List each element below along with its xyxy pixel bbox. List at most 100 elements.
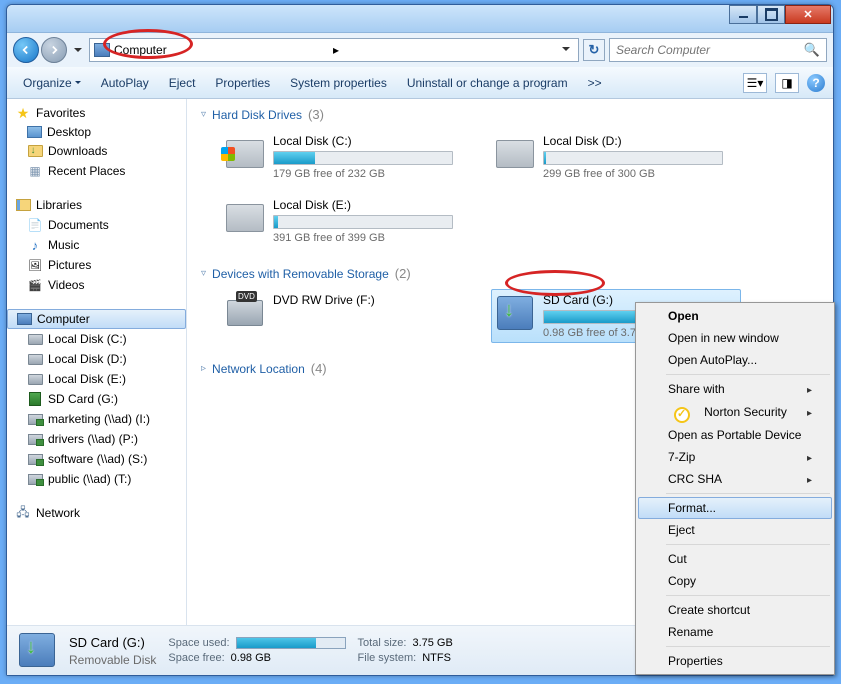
cm-open-new[interactable]: Open in new window <box>638 327 832 349</box>
tree-documents[interactable]: Documents <box>7 215 186 235</box>
drive-e[interactable]: Local Disk (E:)391 GB free of 399 GB <box>221 194 471 248</box>
refresh-button[interactable] <box>583 39 605 61</box>
downloads-icon <box>28 145 43 157</box>
documents-icon <box>27 217 43 233</box>
address-text: Computer <box>114 43 329 57</box>
tree-videos[interactable]: Videos <box>7 275 186 295</box>
drive-dvd[interactable]: DVD RW Drive (F:) <box>221 289 471 343</box>
drive-d[interactable]: Local Disk (D:)299 GB free of 300 GB <box>491 130 741 184</box>
eject-button[interactable]: Eject <box>161 72 204 94</box>
cm-7zip[interactable]: 7-Zip <box>638 446 832 468</box>
address-dropdown[interactable] <box>558 43 574 58</box>
system-properties-button[interactable]: System properties <box>282 72 395 94</box>
tree-disk-d[interactable]: Local Disk (D:) <box>7 349 186 369</box>
address-bar[interactable]: Computer ▸ <box>89 38 579 62</box>
title-bar <box>7 5 833 33</box>
netdrive-icon <box>28 414 43 425</box>
computer-icon <box>94 43 110 57</box>
cm-shortcut[interactable]: Create shortcut <box>638 599 832 621</box>
tree-net-software[interactable]: software (\\ad) (S:) <box>7 449 186 469</box>
submenu-arrow-icon <box>807 405 812 419</box>
tree-disk-e[interactable]: Local Disk (E:) <box>7 369 186 389</box>
cm-norton[interactable]: Norton Security <box>638 400 832 424</box>
tree-pictures[interactable]: Pictures <box>7 255 186 275</box>
help-button[interactable]: ? <box>807 74 825 92</box>
search-input[interactable] <box>616 43 804 57</box>
tree-computer[interactable]: Computer <box>7 309 186 329</box>
tree-desktop[interactable]: Desktop <box>7 123 186 141</box>
navigation-tree: ★Favorites Desktop Downloads Recent Plac… <box>7 99 187 625</box>
norton-icon <box>674 407 690 423</box>
group-removable[interactable]: ▿Devices with Removable Storage (2) <box>201 266 819 281</box>
tree-downloads[interactable]: Downloads <box>7 141 186 161</box>
recent-icon <box>27 163 43 179</box>
netdrive-icon <box>28 454 43 465</box>
netdrive-icon <box>28 474 43 485</box>
search-box[interactable]: 🔍 <box>609 38 827 62</box>
chevron-down-icon: ▿ <box>201 268 206 279</box>
group-hdd[interactable]: ▿Hard Disk Drives (3) <box>201 107 819 122</box>
hdd-icon <box>496 140 534 168</box>
nav-row: Computer ▸ 🔍 <box>7 33 833 67</box>
chevron-right-icon: ▹ <box>201 363 206 374</box>
network-icon <box>15 505 31 521</box>
tree-libraries[interactable]: Libraries <box>7 195 186 215</box>
toolbar: Organize AutoPlay Eject Properties Syste… <box>7 67 833 99</box>
tree-network[interactable]: Network <box>7 503 186 523</box>
submenu-arrow-icon <box>807 450 812 464</box>
back-button[interactable] <box>13 37 39 63</box>
context-menu: Open Open in new window Open AutoPlay...… <box>635 302 835 675</box>
cm-portable[interactable]: Open as Portable Device <box>638 424 832 446</box>
disk-icon <box>28 374 43 385</box>
tree-sd-card[interactable]: SD Card (G:) <box>7 389 186 409</box>
preview-pane-button[interactable]: ◨ <box>775 73 799 93</box>
autoplay-button[interactable]: AutoPlay <box>93 72 157 94</box>
tree-music[interactable]: ♪Music <box>7 235 186 255</box>
tree-net-drivers[interactable]: drivers (\\ad) (P:) <box>7 429 186 449</box>
cm-properties[interactable]: Properties <box>638 650 832 672</box>
cm-autoplay[interactable]: Open AutoPlay... <box>638 349 832 371</box>
dvd-icon <box>227 300 263 326</box>
uninstall-button[interactable]: Uninstall or change a program <box>399 72 576 94</box>
desktop-icon <box>27 126 42 138</box>
sd-icon <box>29 392 41 406</box>
nav-history-dropdown[interactable] <box>71 38 85 62</box>
maximize-button[interactable] <box>757 5 785 24</box>
cm-open[interactable]: Open <box>638 305 832 327</box>
properties-button[interactable]: Properties <box>207 72 278 94</box>
chevron-down-icon: ▿ <box>201 109 206 120</box>
cm-copy[interactable]: Copy <box>638 570 832 592</box>
toolbar-overflow[interactable]: >> <box>580 72 610 94</box>
pictures-icon <box>27 257 43 273</box>
hdd-icon <box>226 140 264 168</box>
close-button[interactable] <box>785 5 831 24</box>
search-icon: 🔍 <box>804 42 820 58</box>
computer-icon <box>17 313 32 325</box>
drive-c[interactable]: Local Disk (C:)179 GB free of 232 GB <box>221 130 471 184</box>
tree-recent[interactable]: Recent Places <box>7 161 186 181</box>
libraries-icon <box>16 199 31 211</box>
cm-eject[interactable]: Eject <box>638 519 832 541</box>
tree-net-marketing[interactable]: marketing (\\ad) (I:) <box>7 409 186 429</box>
view-options-button[interactable]: ☰▾ <box>743 73 767 93</box>
videos-icon <box>27 277 43 293</box>
cm-rename[interactable]: Rename <box>638 621 832 643</box>
details-type: Removable Disk <box>69 653 156 667</box>
tree-favorites[interactable]: ★Favorites <box>7 103 186 123</box>
tree-net-public[interactable]: public (\\ad) (T:) <box>7 469 186 489</box>
forward-button[interactable] <box>41 37 67 63</box>
submenu-arrow-icon <box>807 382 812 396</box>
disk-icon <box>28 354 43 365</box>
cm-format[interactable]: Format... <box>638 497 832 519</box>
breadcrumb-arrow-icon[interactable]: ▸ <box>333 43 339 57</box>
tree-disk-c[interactable]: Local Disk (C:) <box>7 329 186 349</box>
star-icon: ★ <box>15 105 31 121</box>
details-name: SD Card (G:) <box>69 635 156 650</box>
minimize-button[interactable] <box>729 5 757 24</box>
sd-card-icon <box>497 296 533 330</box>
organize-button[interactable]: Organize <box>15 72 89 94</box>
cm-crc[interactable]: CRC SHA <box>638 468 832 490</box>
submenu-arrow-icon <box>807 472 812 486</box>
cm-cut[interactable]: Cut <box>638 548 832 570</box>
cm-share[interactable]: Share with <box>638 378 832 400</box>
